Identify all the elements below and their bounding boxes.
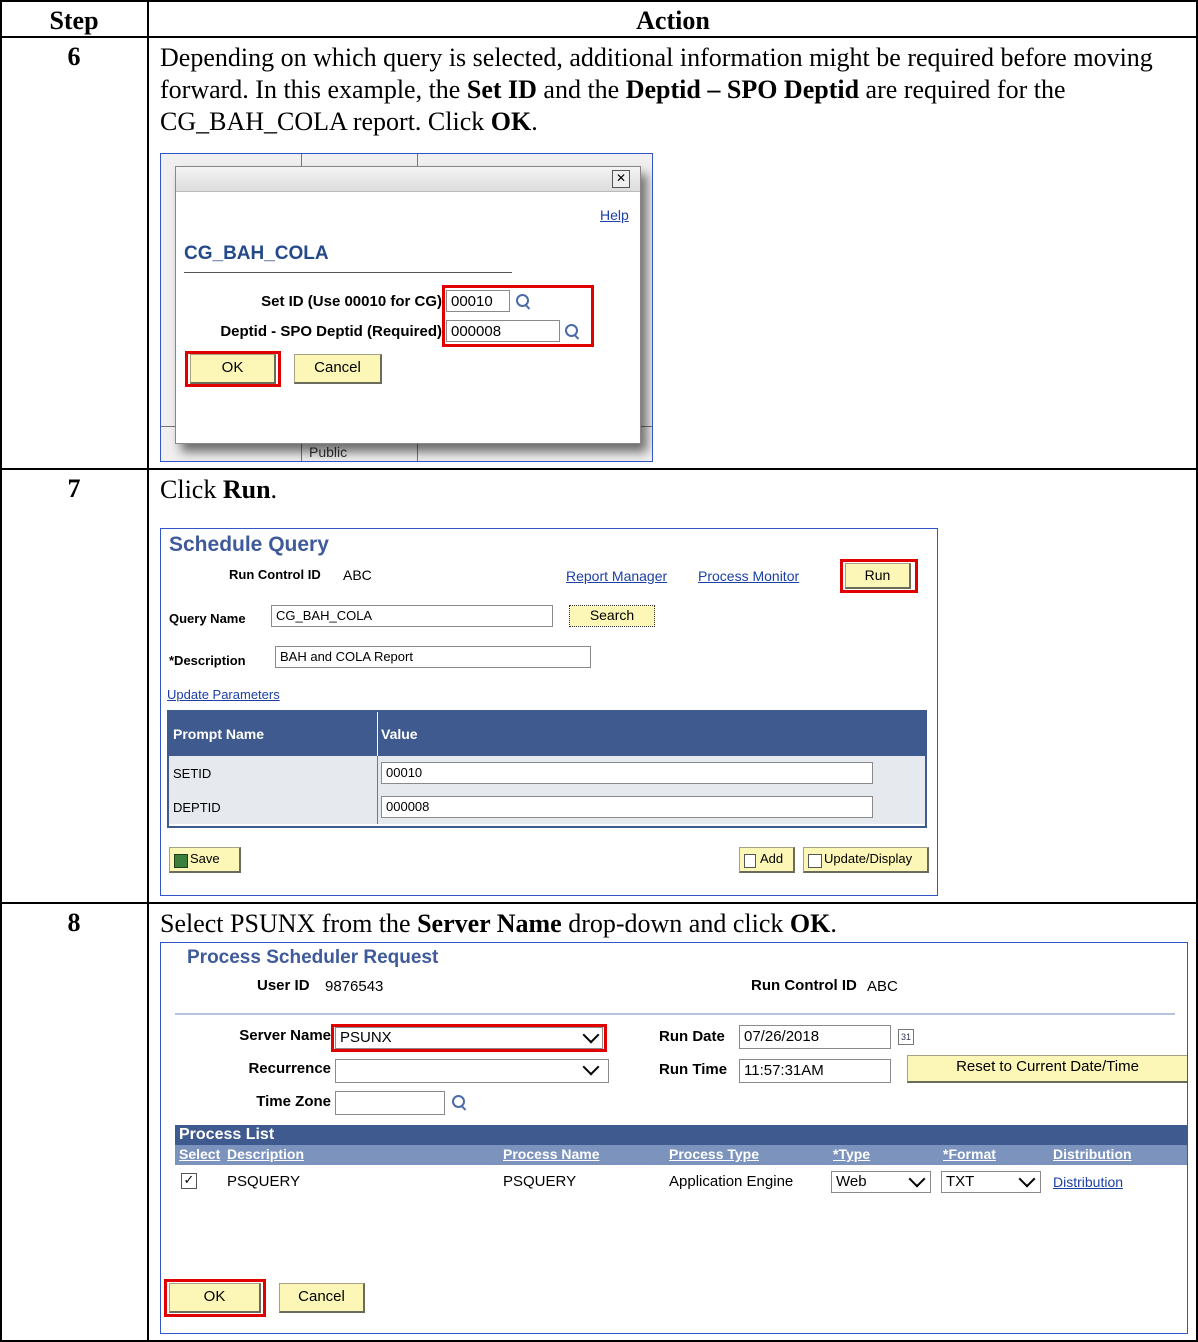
add-icon: [744, 854, 756, 868]
prompt-name-setid: SETID: [173, 766, 212, 781]
run-control-label: Run Control ID: [751, 977, 857, 994]
highlight-server-name: [331, 1024, 607, 1052]
divider: [175, 1013, 1175, 1015]
col-process-type[interactable]: Process Type: [669, 1146, 759, 1162]
search-button[interactable]: Search: [569, 605, 655, 627]
col-process-name[interactable]: Process Name: [503, 1146, 600, 1162]
table-row: SETID 00010: [169, 756, 925, 791]
grid-header-prompt-name: Prompt Name: [173, 726, 265, 742]
select-checkbox[interactable]: ✓: [181, 1173, 197, 1189]
calendar-icon[interactable]: 31: [898, 1029, 914, 1045]
table-border-header: [0, 36, 1198, 38]
table-border-middle: [147, 0, 149, 1342]
user-id-label: User ID: [257, 977, 310, 994]
col-distribution[interactable]: Distribution: [1053, 1146, 1132, 1162]
background-public-text: Public: [309, 444, 348, 460]
time-zone-lookup-icon[interactable]: [451, 1094, 467, 1110]
table-row: DEPTID 000008: [169, 790, 925, 824]
highlight-run: [840, 559, 918, 593]
close-icon[interactable]: ✕: [612, 170, 630, 188]
query-name-input[interactable]: CG_BAH_COLA: [271, 605, 553, 627]
table-border-step7: [0, 902, 1198, 904]
time-zone-input[interactable]: [335, 1091, 445, 1115]
process-list-column-header: Select Description Process Name Process …: [175, 1145, 1187, 1165]
schedule-query-title: Schedule Query: [169, 533, 329, 556]
description-label: *Description: [169, 653, 246, 668]
cancel-button[interactable]: Cancel: [279, 1283, 365, 1313]
parameters-grid: Prompt Name Value SETID 00010 DEPTID 000…: [167, 710, 927, 828]
step8-instruction: Select PSUNX from the Server Name drop-d…: [160, 909, 837, 938]
reset-datetime-button[interactable]: Reset to Current Date/Time: [907, 1055, 1187, 1083]
add-button[interactable]: Add: [739, 847, 795, 873]
grid-header-row: Prompt Name Value: [169, 712, 925, 756]
user-id-value: 9876543: [325, 978, 384, 995]
run-time-label: Run Time: [659, 1061, 728, 1078]
server-name-label: Server Name: [239, 1027, 331, 1044]
step7-instruction: Click Run.: [160, 475, 278, 504]
prompt-name-deptid: DEPTID: [173, 800, 221, 815]
highlight-ok: [185, 351, 281, 387]
run-control-value: ABC: [343, 567, 372, 583]
step-number-8: 8: [67, 908, 81, 937]
dialog-titlebar: [176, 167, 640, 192]
run-control-label: Run Control ID: [229, 567, 321, 582]
dialog-title: CG_BAH_COLA: [184, 243, 329, 264]
value-setid-input[interactable]: 00010: [381, 762, 873, 784]
dialog-divider: [184, 272, 512, 273]
table-border-step6: [0, 468, 1198, 470]
run-date-label: Run Date: [659, 1028, 725, 1045]
col-select: Select: [179, 1146, 221, 1162]
run-time-input[interactable]: 11:57:31AM: [739, 1059, 891, 1083]
run-date-input[interactable]: 07/26/2018: [739, 1025, 891, 1049]
highlight-inputs: [442, 285, 594, 347]
recurrence-label: Recurrence: [248, 1060, 331, 1077]
highlight-ok: [164, 1279, 266, 1317]
setid-label: Set ID (Use 00010 for CG): [261, 293, 442, 310]
schedule-query-screenshot: Schedule Query Run Control ID ABC Report…: [160, 528, 938, 896]
process-scheduler-screenshot: Process Scheduler Request User ID 987654…: [160, 942, 1188, 1334]
recurrence-select[interactable]: [335, 1059, 609, 1083]
description-input[interactable]: BAH and COLA Report: [275, 646, 591, 668]
distribution-link[interactable]: Distribution: [1053, 1174, 1123, 1190]
col-type[interactable]: *Type: [833, 1146, 870, 1162]
cancel-button[interactable]: Cancel: [294, 354, 382, 384]
process-list-title: Process List: [175, 1125, 1187, 1145]
table-border-left: [0, 0, 2, 1342]
row-process-type: Application Engine: [669, 1173, 794, 1190]
time-zone-label: Time Zone: [256, 1093, 331, 1110]
col-format[interactable]: *Format: [943, 1146, 996, 1162]
table-border-top: [0, 0, 1198, 2]
header-step: Step: [49, 6, 99, 35]
grid-header-value: Value: [381, 726, 418, 742]
col-description[interactable]: Description: [227, 1146, 304, 1162]
header-action: Action: [636, 6, 710, 35]
step6-instruction: Depending on which query is selected, ad…: [160, 43, 1153, 136]
update-display-button[interactable]: Update/Display: [803, 847, 929, 873]
table-row: ✓ PSQUERY PSQUERY Application Engine Web…: [175, 1165, 1187, 1205]
prompt-dialog: ✕ Help CG_BAH_COLA Set ID (Use 00010 for…: [175, 166, 641, 444]
save-icon: [174, 854, 188, 868]
row-description: PSQUERY: [227, 1173, 301, 1190]
update-display-icon: [808, 854, 822, 868]
step-number-7: 7: [67, 474, 81, 503]
run-control-value: ABC: [867, 978, 898, 995]
row-process-name: PSQUERY: [503, 1173, 577, 1190]
report-manager-link[interactable]: Report Manager: [566, 568, 667, 584]
step6-screenshot: Public ✕ Help CG_BAH_COLA Set ID (Use 00…: [160, 153, 653, 462]
process-scheduler-title: Process Scheduler Request: [187, 947, 439, 968]
save-button[interactable]: Save: [169, 847, 241, 873]
value-deptid-input[interactable]: 000008: [381, 796, 873, 818]
step-number-6: 6: [67, 42, 81, 71]
update-parameters-link[interactable]: Update Parameters: [167, 687, 280, 702]
deptid-label: Deptid - SPO Deptid (Required): [220, 323, 442, 340]
query-name-label: Query Name: [169, 611, 246, 626]
help-link[interactable]: Help: [600, 207, 629, 223]
process-monitor-link[interactable]: Process Monitor: [698, 568, 799, 584]
